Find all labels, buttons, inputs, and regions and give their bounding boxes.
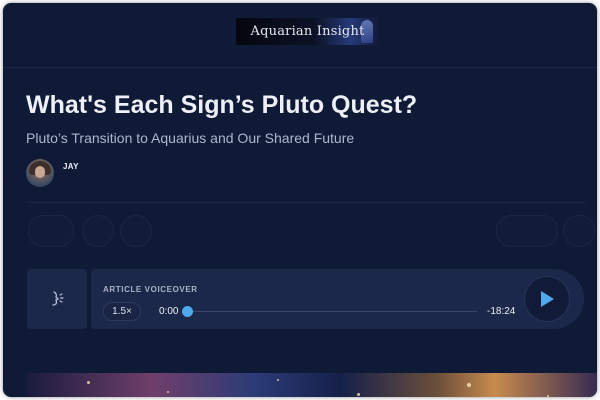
- play-button[interactable]: [525, 277, 569, 321]
- site-logo[interactable]: Aquarian Insight: [236, 18, 379, 45]
- author-avatar[interactable]: [26, 159, 54, 187]
- site-header: Aquarian Insight: [3, 3, 597, 68]
- app-frame: Aquarian Insight What's Each Sign’s Plut…: [3, 3, 597, 397]
- voiceover-icon: [52, 291, 64, 306]
- author-name[interactable]: JAY: [63, 162, 79, 171]
- logo-text: Aquarian Insight: [250, 24, 365, 39]
- voiceover-player: ARTICLE VOICEOVER 1.5× 0:00 -18:24: [91, 269, 584, 329]
- article-title: What's Each Sign’s Pluto Quest?: [26, 91, 418, 119]
- comment-button[interactable]: [82, 215, 114, 247]
- play-icon: [541, 291, 554, 307]
- current-time: 0:00: [159, 306, 179, 317]
- remaining-time: -18:24: [487, 306, 516, 317]
- progress-track[interactable]: [187, 311, 477, 312]
- voiceover-icon-box: [27, 269, 87, 329]
- share-button[interactable]: [496, 215, 558, 247]
- restack-button[interactable]: [120, 215, 152, 247]
- more-options-button[interactable]: [563, 215, 595, 247]
- like-button[interactable]: [28, 215, 74, 247]
- playback-speed-button[interactable]: 1.5×: [103, 302, 141, 321]
- progress-handle[interactable]: [182, 306, 193, 317]
- article-subtitle: Pluto’s Transition to Aquarius and Our S…: [26, 130, 355, 146]
- hero-image: [27, 373, 597, 397]
- voiceover-label: ARTICLE VOICEOVER: [103, 285, 198, 294]
- divider: [26, 202, 586, 203]
